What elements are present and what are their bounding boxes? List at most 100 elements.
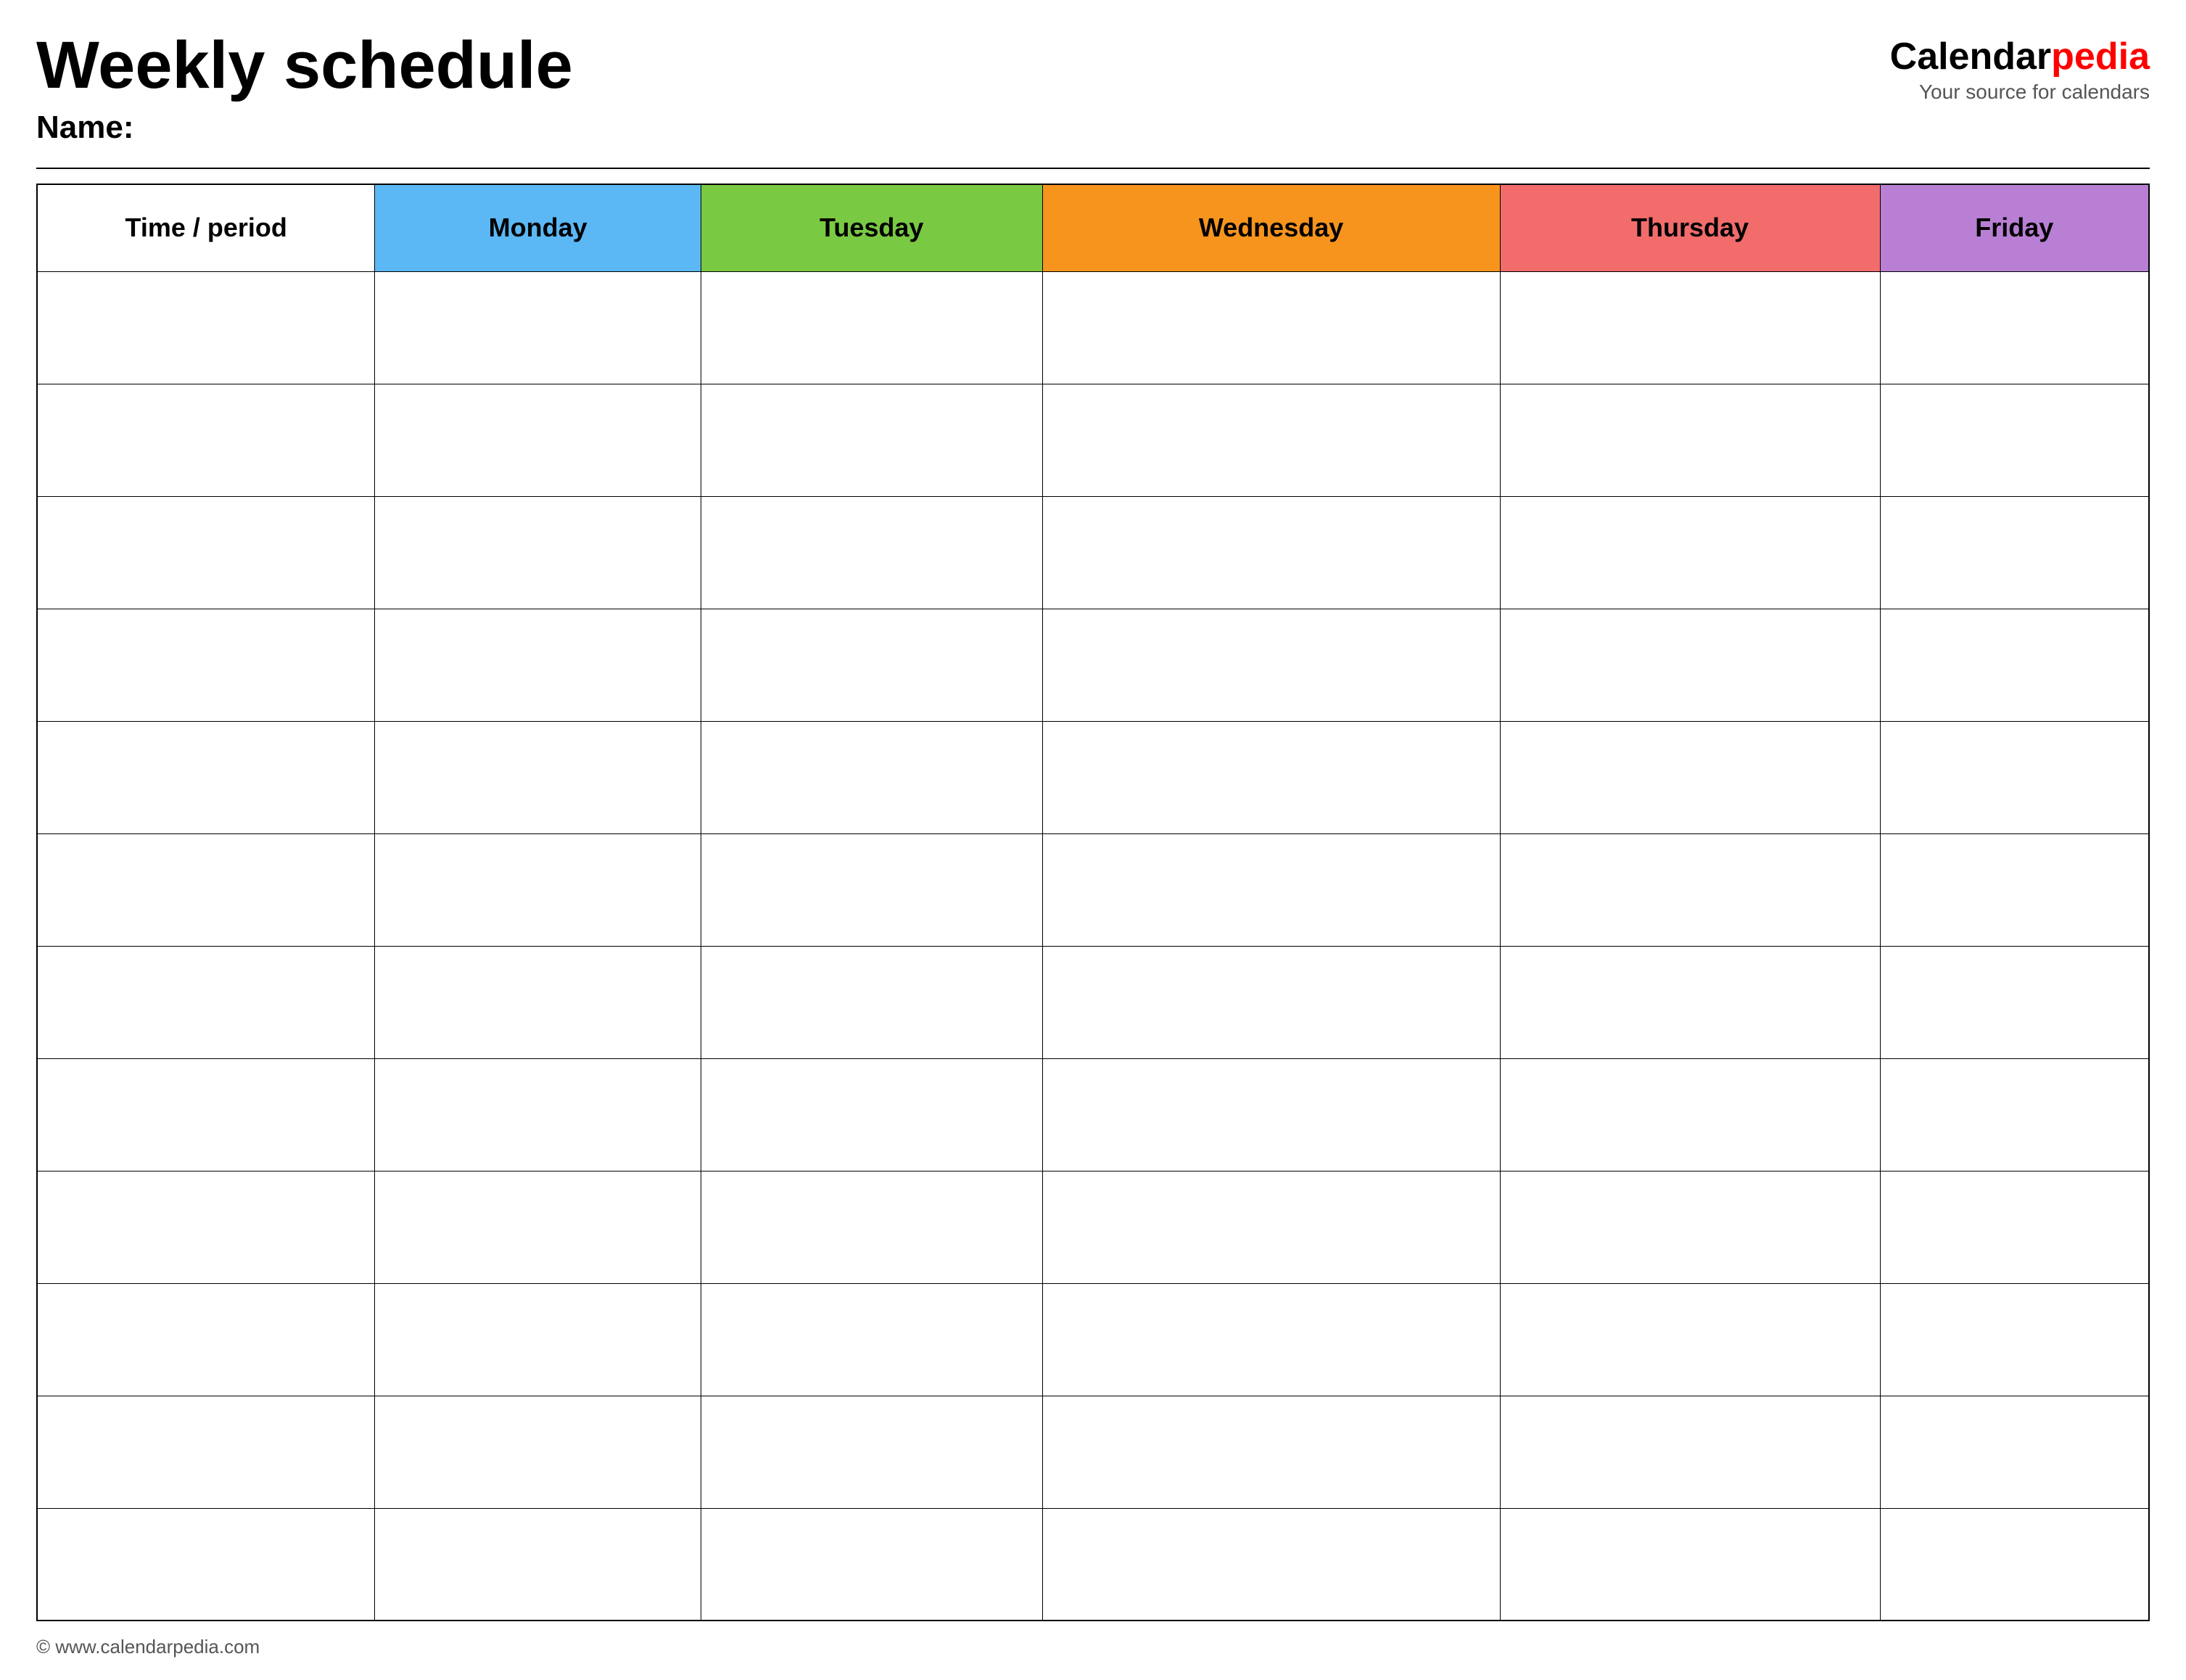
- table-cell[interactable]: [1880, 1396, 2149, 1508]
- table-cell[interactable]: [1880, 1058, 2149, 1171]
- table-row: [37, 721, 2149, 833]
- table-cell[interactable]: [701, 609, 1042, 721]
- table-cell[interactable]: [701, 271, 1042, 384]
- table-row: [37, 833, 2149, 946]
- table-cell[interactable]: [1500, 384, 1880, 496]
- table-cell[interactable]: [1500, 1508, 1880, 1621]
- name-label: Name:: [36, 110, 1890, 146]
- table-cell[interactable]: [701, 1171, 1042, 1283]
- table-cell[interactable]: [37, 1283, 375, 1396]
- table-cell[interactable]: [1042, 271, 1500, 384]
- table-row: [37, 1058, 2149, 1171]
- table-cell[interactable]: [1042, 833, 1500, 946]
- table-row: [37, 1508, 2149, 1621]
- footer: © www.calendarpedia.com: [36, 1636, 2150, 1658]
- table-cell[interactable]: [1042, 946, 1500, 1058]
- table-cell[interactable]: [1042, 1283, 1500, 1396]
- table-cell[interactable]: [37, 271, 375, 384]
- table-cell[interactable]: [375, 721, 701, 833]
- table-cell[interactable]: [1500, 1396, 1880, 1508]
- table-cell[interactable]: [37, 833, 375, 946]
- table-cell[interactable]: [1500, 721, 1880, 833]
- table-cell[interactable]: [375, 384, 701, 496]
- table-cell[interactable]: [1880, 384, 2149, 496]
- table-cell[interactable]: [701, 1396, 1042, 1508]
- logo-section: Calendarpedia Your source for calendars: [1890, 36, 2150, 104]
- table-cell[interactable]: [37, 1508, 375, 1621]
- table-cell[interactable]: [1500, 271, 1880, 384]
- table-cell[interactable]: [1042, 496, 1500, 609]
- table-cell[interactable]: [1500, 1283, 1880, 1396]
- table-cell[interactable]: [37, 1396, 375, 1508]
- table-cell[interactable]: [1042, 1058, 1500, 1171]
- table-row: [37, 1171, 2149, 1283]
- table-cell[interactable]: [1500, 609, 1880, 721]
- table-cell[interactable]: [375, 609, 701, 721]
- table-cell[interactable]: [37, 946, 375, 1058]
- table-cell[interactable]: [1880, 609, 2149, 721]
- table-cell[interactable]: [1880, 833, 2149, 946]
- table-row: [37, 384, 2149, 496]
- page-header: Weekly schedule Name: Calendarpedia Your…: [36, 29, 2150, 146]
- table-cell[interactable]: [1880, 1171, 2149, 1283]
- table-cell[interactable]: [1880, 1508, 2149, 1621]
- table-cell[interactable]: [375, 1508, 701, 1621]
- table-cell[interactable]: [1042, 609, 1500, 721]
- table-cell[interactable]: [375, 1283, 701, 1396]
- table-row: [37, 609, 2149, 721]
- table-cell[interactable]: [1500, 1171, 1880, 1283]
- table-row: [37, 271, 2149, 384]
- header-time: Time / period: [37, 184, 375, 271]
- table-cell[interactable]: [1880, 496, 2149, 609]
- table-cell[interactable]: [701, 496, 1042, 609]
- table-cell[interactable]: [37, 609, 375, 721]
- table-cell[interactable]: [375, 496, 701, 609]
- table-cell[interactable]: [375, 1058, 701, 1171]
- table-cell[interactable]: [1042, 1396, 1500, 1508]
- header-divider: [36, 168, 2150, 169]
- table-cell[interactable]: [37, 1058, 375, 1171]
- logo-pedia: pedia: [2051, 36, 2150, 78]
- table-cell[interactable]: [1880, 1283, 2149, 1396]
- table-cell[interactable]: [1042, 1508, 1500, 1621]
- table-cell[interactable]: [375, 1396, 701, 1508]
- table-cell[interactable]: [701, 1058, 1042, 1171]
- header-monday: Monday: [375, 184, 701, 271]
- table-cell[interactable]: [1500, 833, 1880, 946]
- table-cell[interactable]: [37, 384, 375, 496]
- header-wednesday: Wednesday: [1042, 184, 1500, 271]
- table-cell[interactable]: [375, 833, 701, 946]
- table-cell[interactable]: [701, 721, 1042, 833]
- table-cell[interactable]: [375, 271, 701, 384]
- table-header-row: Time / period Monday Tuesday Wednesday T…: [37, 184, 2149, 271]
- page-title: Weekly schedule: [36, 29, 1890, 102]
- logo-text: Calendarpedia: [1890, 36, 2150, 78]
- table-cell[interactable]: [1880, 946, 2149, 1058]
- table-cell[interactable]: [1042, 384, 1500, 496]
- table-cell[interactable]: [1500, 496, 1880, 609]
- table-cell[interactable]: [37, 496, 375, 609]
- table-row: [37, 1396, 2149, 1508]
- table-cell[interactable]: [1500, 1058, 1880, 1171]
- table-cell[interactable]: [701, 384, 1042, 496]
- table-cell[interactable]: [1042, 721, 1500, 833]
- table-cell[interactable]: [701, 1508, 1042, 1621]
- header-friday: Friday: [1880, 184, 2149, 271]
- table-cell[interactable]: [701, 1283, 1042, 1396]
- table-cell[interactable]: [37, 1171, 375, 1283]
- table-row: [37, 1283, 2149, 1396]
- table-cell[interactable]: [701, 833, 1042, 946]
- footer-url: © www.calendarpedia.com: [36, 1636, 260, 1658]
- table-row: [37, 946, 2149, 1058]
- table-cell[interactable]: [1500, 946, 1880, 1058]
- table-cell[interactable]: [701, 946, 1042, 1058]
- table-cell[interactable]: [37, 721, 375, 833]
- table-cell[interactable]: [1880, 271, 2149, 384]
- logo-tagline: Your source for calendars: [1890, 81, 2150, 104]
- header-thursday: Thursday: [1500, 184, 1880, 271]
- table-cell[interactable]: [1042, 1171, 1500, 1283]
- logo-calendar: Calendar: [1890, 36, 2052, 78]
- table-cell[interactable]: [1880, 721, 2149, 833]
- table-cell[interactable]: [375, 946, 701, 1058]
- table-cell[interactable]: [375, 1171, 701, 1283]
